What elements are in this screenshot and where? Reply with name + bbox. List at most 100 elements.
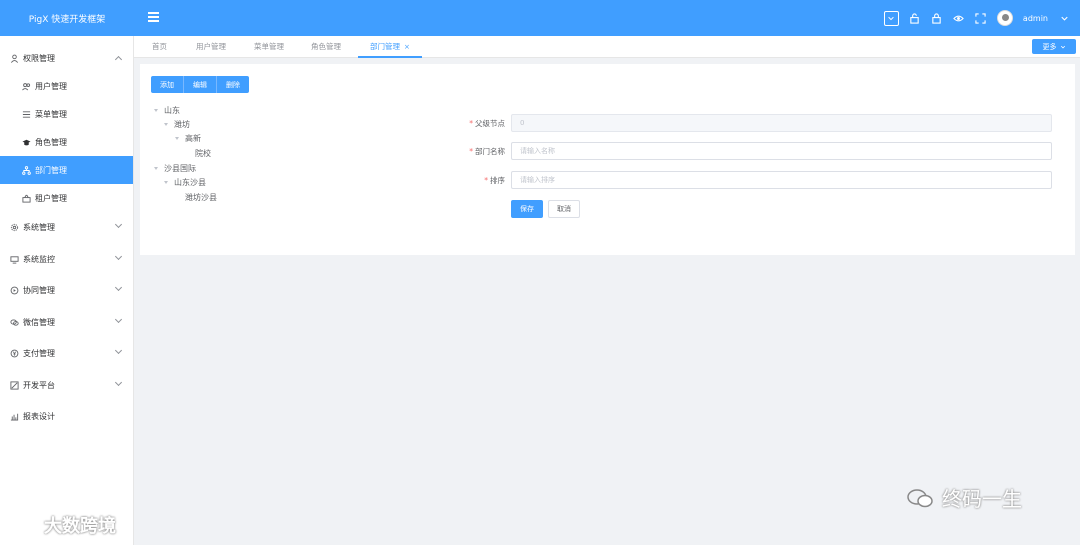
caret-down-icon[interactable] — [154, 108, 158, 112]
sidebar-item-label: 协同管理 — [23, 286, 55, 296]
yen-icon — [10, 349, 19, 358]
tree-node[interactable]: 高新 — [175, 131, 201, 145]
caret-down-icon[interactable] — [154, 166, 158, 170]
user-name[interactable]: admin — [1023, 14, 1048, 23]
sidebar-item-label: 报表设计 — [23, 412, 55, 422]
gear-icon — [10, 223, 19, 232]
tab-roles[interactable]: 角色管理 — [311, 36, 341, 58]
dev-icon — [10, 381, 19, 390]
sidebar-item-permission[interactable]: 权限管理 — [0, 44, 133, 72]
tree-node[interactable]: 院校 — [195, 146, 211, 160]
dropdown-box-icon[interactable] — [883, 10, 899, 26]
sidebar-item-tenants[interactable]: 租户管理 — [0, 184, 133, 212]
tab-label: 部门管理 — [370, 42, 400, 51]
tree-node-label: 潍坊沙县 — [185, 192, 217, 202]
chevron-down-icon — [114, 220, 123, 229]
sidebar-item-monitor[interactable]: 系统监控 — [0, 244, 133, 276]
sidebar-item-label: 支付管理 — [23, 349, 55, 359]
tree-node-label: 潍坊 — [174, 119, 190, 129]
dept-name-input[interactable]: 请输入名称 — [511, 142, 1052, 160]
sidebar-item-devplatform[interactable]: 开发平台 — [0, 370, 133, 402]
sidebar-item-payment[interactable]: 支付管理 — [0, 338, 133, 370]
caret-down-icon[interactable] — [175, 136, 179, 140]
parent-node-field: 0 — [511, 114, 1052, 132]
fullscreen-icon[interactable] — [975, 12, 987, 24]
avatar[interactable] — [996, 10, 1013, 26]
caret-down-icon[interactable] — [164, 180, 168, 184]
sidebar-item-label: 系统管理 — [23, 223, 55, 233]
sidebar-item-roles[interactable]: 角色管理 — [0, 128, 133, 156]
dept-name-label: * 部门名称 — [469, 146, 505, 156]
more-button[interactable]: 更多 — [1032, 39, 1076, 54]
tab-bar: 首页 用户管理 菜单管理 角色管理 部门管理 × 更多 — [134, 36, 1080, 58]
sidebar-item-label: 开发平台 — [23, 380, 55, 390]
sidebar-item-label: 部门管理 — [35, 165, 67, 175]
tab-departments[interactable]: 部门管理 × — [358, 36, 422, 58]
chevron-down-icon — [114, 378, 123, 386]
tree-node[interactable]: 沙县国际 — [154, 161, 196, 175]
sidebar-item-label: 角色管理 — [35, 137, 67, 147]
list-icon — [22, 110, 31, 119]
watermark-right: 终码一生 — [906, 483, 1022, 512]
cancel-button[interactable]: 取消 — [548, 200, 580, 218]
sidebar-item-label: 微信管理 — [23, 317, 55, 327]
chevron-down-icon[interactable] — [1058, 12, 1070, 24]
chevron-down-icon — [1060, 45, 1065, 48]
tree-node-label: 院校 — [195, 148, 211, 158]
org-tree-icon — [22, 165, 31, 175]
sidebar: 权限管理 用户管理 菜单管理 角色管理 部门管理 租户管理 系统管理 系统监控 … — [0, 36, 134, 545]
tree-node[interactable]: 山东沙县 — [164, 175, 206, 189]
lock-open-icon[interactable] — [909, 12, 921, 24]
sort-input[interactable]: 请输入排序 — [511, 171, 1052, 189]
wechat-icon — [10, 318, 19, 327]
user-icon — [10, 54, 19, 63]
tree-node[interactable]: 山东 — [154, 103, 180, 117]
sidebar-item-menus[interactable]: 菜单管理 — [0, 100, 133, 128]
caret-down-icon[interactable] — [164, 122, 168, 126]
delete-button[interactable]: 删除 — [217, 76, 249, 93]
sidebar-item-departments[interactable]: 部门管理 — [0, 156, 133, 184]
save-button[interactable]: 保存 — [511, 200, 543, 218]
chevron-down-icon — [114, 315, 123, 323]
chevron-down-icon — [114, 252, 123, 260]
sidebar-item-collab[interactable]: 协同管理 — [0, 275, 133, 307]
add-button[interactable]: 添加 — [151, 76, 184, 93]
tab-menus[interactable]: 菜单管理 — [254, 36, 284, 58]
parent-node-row: * 父级节点 0 — [460, 114, 1052, 132]
sidebar-item-system[interactable]: 系统管理 — [0, 212, 133, 244]
dept-name-row: * 部门名称 请输入名称 — [460, 142, 1052, 160]
top-bar: PigX 快速开发框架 admin — [0, 0, 1080, 36]
tab-home[interactable]: 首页 — [152, 36, 167, 58]
chevron-up-icon — [114, 55, 123, 64]
tree-node-label: 沙县国际 — [164, 163, 196, 173]
tree-node-label: 山东 — [164, 105, 180, 115]
sort-row: * 排序 请输入排序 — [460, 171, 1052, 189]
chevron-down-icon — [114, 346, 123, 355]
tree-node[interactable]: 潍坊 — [164, 117, 190, 131]
parent-node-label: * 父级节点 — [469, 118, 505, 128]
wechat-icon — [907, 488, 933, 507]
sidebar-item-label: 权限管理 — [23, 53, 55, 63]
sort-label: * 排序 — [484, 175, 505, 185]
sidebar-item-label: 系统监控 — [23, 254, 55, 264]
hamburger-menu-icon[interactable] — [148, 12, 159, 22]
eye-icon[interactable] — [953, 12, 965, 24]
tab-users[interactable]: 用户管理 — [196, 36, 226, 58]
header-toolbar: admin — [883, 8, 1070, 28]
watermark-left: 大数跨境 — [8, 512, 116, 538]
lock-icon[interactable] — [931, 12, 943, 24]
graduation-cap-icon — [22, 138, 31, 147]
sidebar-item-users[interactable]: 用户管理 — [0, 72, 133, 100]
chart-icon — [10, 412, 19, 421]
close-icon[interactable]: × — [404, 43, 410, 51]
sidebar-item-wechat[interactable]: 微信管理 — [0, 307, 133, 339]
sidebar-item-report[interactable]: 报表设计 — [0, 401, 133, 433]
bag-icon — [22, 194, 31, 203]
tree-node[interactable]: 潍坊沙县 — [185, 190, 217, 204]
app-logo-title[interactable]: PigX 快速开发框架 — [0, 0, 134, 36]
edit-button[interactable]: 编辑 — [184, 76, 217, 93]
users-icon — [22, 82, 31, 91]
collab-icon — [10, 286, 19, 295]
sidebar-item-label: 租户管理 — [35, 193, 67, 203]
sidebar-item-label: 用户管理 — [35, 81, 67, 91]
